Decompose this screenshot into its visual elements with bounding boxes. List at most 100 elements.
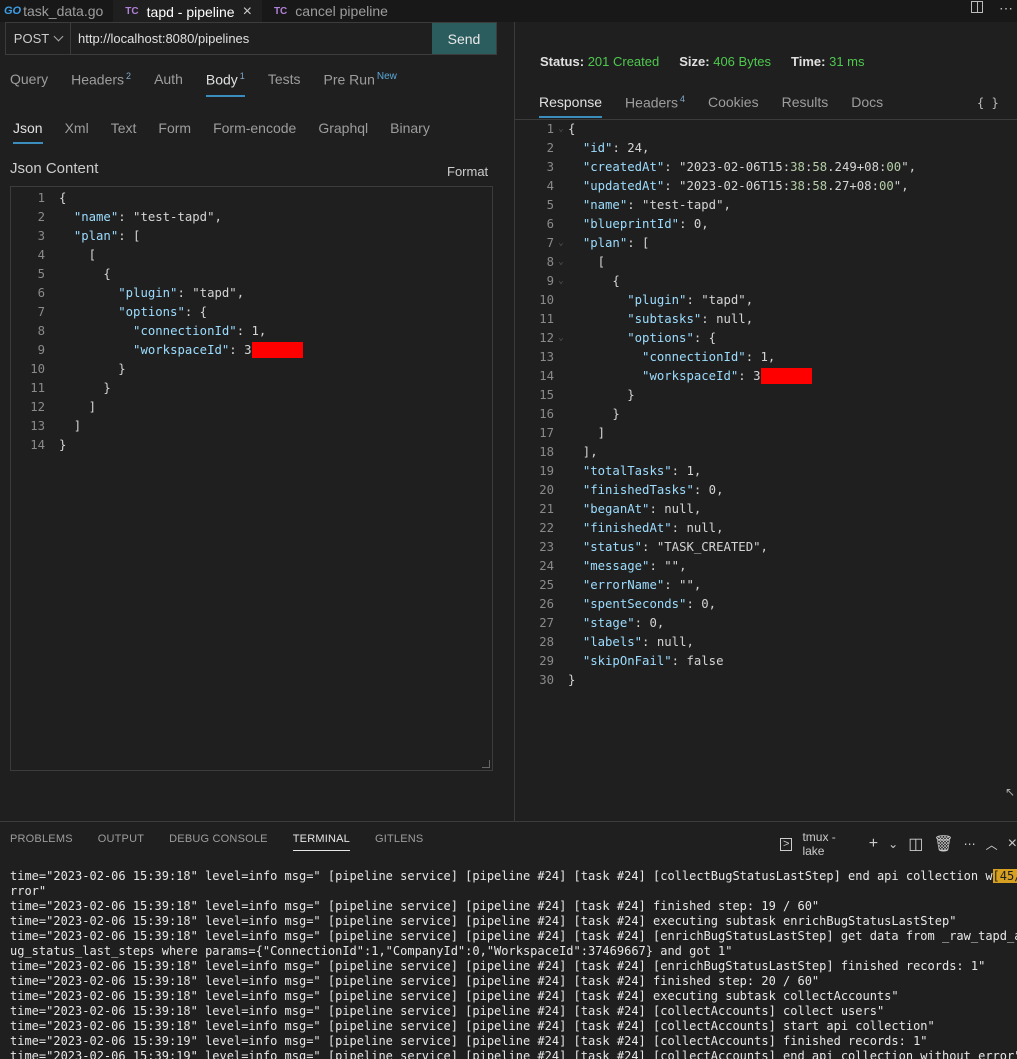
tab-response-headers[interactable]: Headers 4 <box>625 94 685 118</box>
fold-icon[interactable]: ⌄ <box>554 120 568 139</box>
tab-body[interactable]: Body 1 <box>205 71 245 97</box>
fold-icon[interactable] <box>554 614 568 633</box>
tab-results[interactable]: Results <box>782 94 829 118</box>
fold-icon[interactable] <box>554 481 568 500</box>
fold-icon[interactable] <box>554 367 568 386</box>
tab-tests[interactable]: Tests <box>268 71 301 97</box>
terminal-name[interactable]: tmux - lake <box>802 830 858 858</box>
fold-icon[interactable] <box>554 196 568 215</box>
fold-icon[interactable] <box>554 443 568 462</box>
fold-icon[interactable] <box>554 139 568 158</box>
fold-icon[interactable] <box>45 246 59 265</box>
tab-tapd-pipeline[interactable]: TC tapd - pipeline × <box>113 0 262 22</box>
send-button[interactable]: Send <box>432 23 496 54</box>
tab-cancel-pipeline[interactable]: TC cancel pipeline <box>262 0 398 22</box>
fold-icon[interactable] <box>45 227 59 246</box>
fold-icon[interactable] <box>554 633 568 652</box>
fold-icon[interactable] <box>45 341 59 360</box>
fold-icon[interactable] <box>554 291 568 310</box>
fold-icon[interactable] <box>554 576 568 595</box>
fold-icon[interactable] <box>45 436 59 455</box>
more-icon[interactable]: ⋯ <box>964 837 976 851</box>
split-terminal-icon[interactable]: ◫ <box>908 834 923 854</box>
fold-icon[interactable] <box>45 417 59 436</box>
tab-auth[interactable]: Auth <box>154 71 183 97</box>
body-tab-form[interactable]: Form <box>158 120 191 144</box>
more-actions-icon[interactable]: ⋯ <box>999 0 1013 22</box>
fold-icon[interactable] <box>554 405 568 424</box>
menu-icon[interactable]: ⋮ <box>1012 90 1017 102</box>
body-tab-binary[interactable]: Binary <box>390 120 430 144</box>
add-terminal-icon[interactable]: + <box>869 835 878 853</box>
fold-icon[interactable] <box>554 424 568 443</box>
fold-icon[interactable] <box>554 177 568 196</box>
tab-docs[interactable]: Docs <box>851 94 883 118</box>
panel-tab-output[interactable]: OUTPUT <box>98 833 144 851</box>
maximize-panel-icon[interactable]: ︿ <box>986 836 998 853</box>
braces-icon[interactable]: { } <box>977 96 999 110</box>
close-icon[interactable]: × <box>243 3 252 21</box>
fold-icon[interactable] <box>554 652 568 671</box>
expand-arrow-icon[interactable]: ↖ <box>1005 785 1015 799</box>
method-select[interactable]: POST <box>6 23 71 54</box>
fold-icon[interactable] <box>554 386 568 405</box>
panel-tab-debug-console[interactable]: DEBUG CONSOLE <box>169 833 268 851</box>
terminal-line: time="2023-02-06 15:39:18" level=info ms… <box>10 1019 935 1033</box>
fold-icon[interactable]: ⌄ <box>554 234 568 253</box>
panel-tab-terminal[interactable]: TERMINAL <box>292 833 350 851</box>
code-text: "name": "test-tapd", <box>582 198 731 212</box>
code-line: 10 "plugin": "tapd", <box>520 291 916 310</box>
close-panel-icon[interactable]: × <box>1008 835 1017 853</box>
fold-icon[interactable] <box>45 189 59 208</box>
format-button[interactable]: Format <box>447 164 488 179</box>
fold-icon[interactable] <box>45 303 59 322</box>
url-input[interactable]: http://localhost:8080/pipelines <box>71 23 432 54</box>
tab-cookies[interactable]: Cookies <box>708 94 759 118</box>
fold-icon[interactable] <box>45 322 59 341</box>
split-editor-icon[interactable] <box>971 1 983 13</box>
fold-icon[interactable]: ⌄ <box>554 329 568 348</box>
fold-icon[interactable] <box>554 462 568 481</box>
response-json-code[interactable]: 1 ⌄{2 "id": 24, 3 "createdAt": "2023-02-06… <box>520 120 916 690</box>
pane-splitter[interactable] <box>514 22 515 821</box>
body-tab-json[interactable]: Json <box>13 120 43 144</box>
fold-icon[interactable] <box>554 500 568 519</box>
trash-icon[interactable]: 🗑 <box>933 834 953 854</box>
fold-icon[interactable] <box>554 158 568 177</box>
body-tab-text[interactable]: Text <box>111 120 137 144</box>
fold-icon[interactable] <box>554 671 568 690</box>
fold-icon[interactable] <box>45 398 59 417</box>
fold-icon[interactable] <box>554 595 568 614</box>
body-tab-graphql[interactable]: Graphql <box>318 120 368 144</box>
fold-icon[interactable] <box>45 360 59 379</box>
tab-headers[interactable]: Headers 2 <box>71 71 131 97</box>
tab-task-data-go[interactable]: GO task_data.go <box>0 0 113 22</box>
fold-icon[interactable] <box>45 284 59 303</box>
tab-pre-run[interactable]: Pre Run New <box>324 71 397 97</box>
request-body-editor[interactable]: 1{2 "name": "test-tapd", 3 "plan": [4 [5 … <box>10 186 493 771</box>
tab-query[interactable]: Query <box>10 71 48 97</box>
request-json-code[interactable]: 1{2 "name": "test-tapd", 3 "plan": [4 [5 … <box>11 189 303 455</box>
code-text: "connectionId": 1, <box>133 324 267 338</box>
fold-icon[interactable] <box>554 557 568 576</box>
resize-handle[interactable] <box>482 760 490 768</box>
terminal-line: time="2023-02-06 15:39:18" level=info ms… <box>10 869 1017 884</box>
terminal-output[interactable]: time="2023-02-06 15:39:18" level=info ms… <box>10 869 1017 1059</box>
panel-tab-problems[interactable]: PROBLEMS <box>10 833 73 851</box>
fold-icon[interactable] <box>45 379 59 398</box>
panel-tab-gitlens[interactable]: GITLENS <box>375 833 423 851</box>
chevron-down-icon[interactable]: ⌄ <box>888 837 898 851</box>
tab-response[interactable]: Response <box>539 94 603 118</box>
fold-icon[interactable] <box>554 310 568 329</box>
fold-icon[interactable] <box>554 538 568 557</box>
fold-icon[interactable] <box>554 519 568 538</box>
fold-icon[interactable] <box>554 348 568 367</box>
body-tab-form-encode[interactable]: Form-encode <box>213 120 296 144</box>
fold-icon[interactable]: ⌄ <box>554 253 568 272</box>
fold-icon[interactable] <box>45 265 59 284</box>
line-number: 17 <box>539 426 554 440</box>
fold-icon[interactable] <box>554 215 568 234</box>
body-tab-xml[interactable]: Xml <box>65 120 89 144</box>
fold-icon[interactable] <box>45 208 59 227</box>
fold-icon[interactable]: ⌄ <box>554 272 568 291</box>
